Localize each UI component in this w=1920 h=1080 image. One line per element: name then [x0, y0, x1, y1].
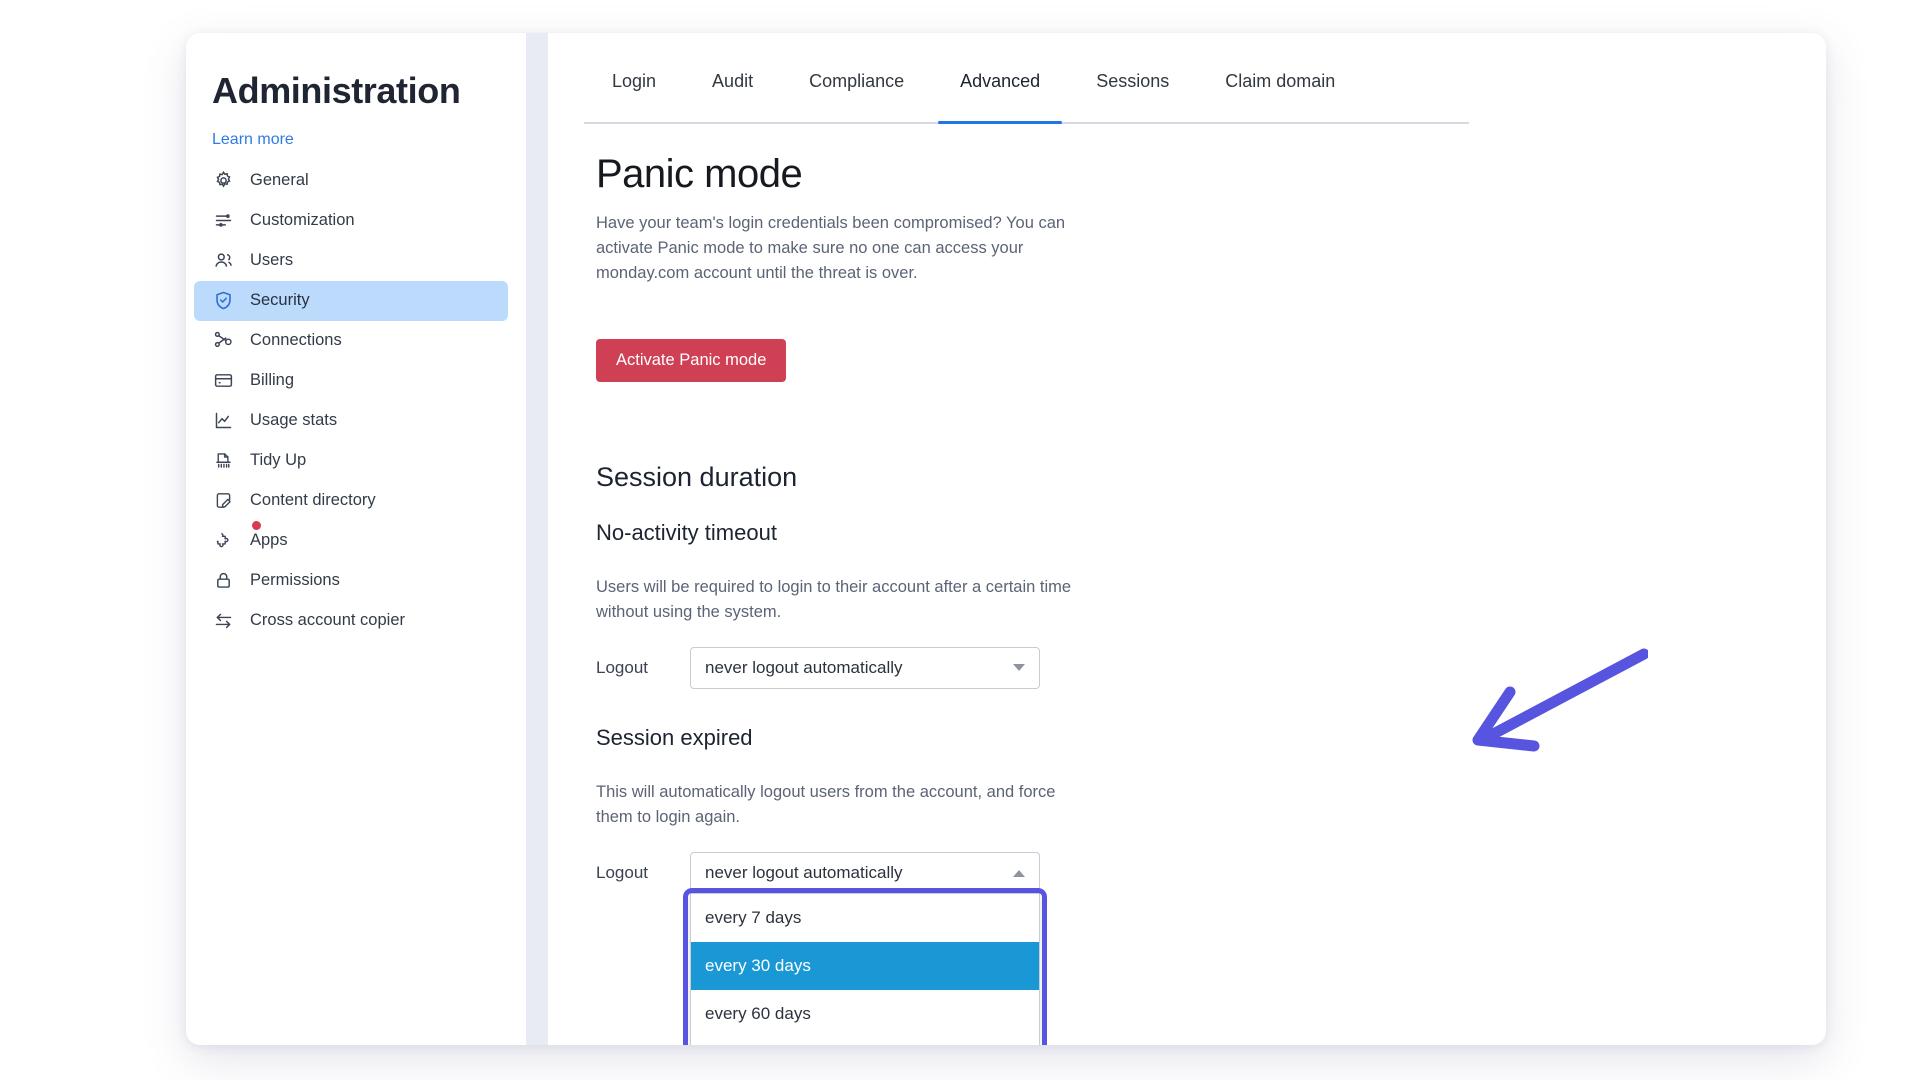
sidebar-item-label-wrap: Cross account copier	[250, 611, 405, 630]
screen-root: Administration Learn more General Customi…	[0, 0, 1920, 1080]
sidebar-item-label-wrap: Security	[250, 291, 310, 310]
sidebar-item-label: Security	[250, 291, 310, 310]
sidebar-item-label-wrap: Tidy Up	[250, 451, 306, 470]
no-activity-timeout-description: Users will be required to login to their…	[596, 577, 1072, 621]
sidebar-item-users[interactable]: Users	[194, 241, 508, 281]
sidebar-item-label-wrap: Permissions	[250, 571, 340, 590]
sidebar-item-label-wrap: Apps	[250, 521, 288, 550]
lock-icon	[212, 570, 234, 592]
tab-compliance[interactable]: Compliance	[781, 63, 932, 108]
puzzle-icon	[212, 530, 234, 552]
session-expired-heading: Session expired	[596, 724, 753, 750]
no-activity-logout-value: never logout automatically	[705, 657, 903, 677]
sidebar-item-general[interactable]: General	[194, 161, 508, 201]
tab-sessions[interactable]: Sessions	[1068, 63, 1197, 108]
sidebar-item-label: Content directory	[250, 491, 376, 510]
sidebar-item-label: Users	[250, 251, 294, 270]
sidebar-item-label: Permissions	[250, 571, 340, 590]
dropdown-option-every-30-days[interactable]: every 30 days	[691, 942, 1039, 990]
sidebar-item-label-wrap: Customization	[250, 211, 355, 230]
panel-divider	[526, 33, 548, 1045]
connections-icon	[212, 330, 234, 352]
sidebar-item-cross-account-copier[interactable]: Cross account copier	[194, 601, 508, 641]
dropdown-option-every-60-days[interactable]: every 60 days	[691, 990, 1039, 1038]
settings-content: Panic mode Have your team's login creden…	[548, 108, 1826, 1045]
notification-dot-icon	[252, 521, 261, 531]
tab-claim-domain[interactable]: Claim domain	[1197, 63, 1363, 108]
sliders-icon	[212, 210, 234, 232]
credit-card-icon	[212, 370, 234, 392]
sidebar-item-connections[interactable]: Connections	[194, 321, 508, 361]
panic-mode-description: Have your team's login credentials been …	[596, 214, 1066, 282]
chart-line-icon	[212, 410, 234, 432]
activate-panic-mode-button[interactable]: Activate Panic mode	[596, 338, 787, 382]
session-duration-heading: Session duration	[596, 461, 798, 492]
sidebar-item-content-directory[interactable]: Content directory	[194, 481, 508, 521]
sidebar-item-label-wrap: Users	[250, 251, 293, 270]
dropdown-option-every-7-days[interactable]: every 7 days	[691, 894, 1039, 942]
tab-active-underline	[938, 121, 1063, 124]
session-expired-field: Logout never logout automatically every …	[596, 852, 1826, 1045]
sidebar-item-label: Billing	[250, 371, 295, 390]
session-expired-dropdown-menu: every 7 daysevery 30 daysevery 60 daysev…	[690, 893, 1040, 1045]
tab-login[interactable]: Login	[584, 63, 684, 108]
session-expired-logout-value: never logout automatically	[705, 863, 903, 882]
sidebar-item-label: Cross account copier	[250, 611, 405, 630]
sidebar-item-label-wrap: Usage stats	[250, 411, 337, 430]
tab-bar: Login Audit Compliance Advanced Sessions Clai…	[548, 63, 1826, 124]
gear-icon	[212, 170, 234, 192]
sidebar-item-label: General	[250, 171, 309, 190]
no-activity-logout-select[interactable]: never logout automatically	[690, 646, 1040, 689]
sidebar-item-security[interactable]: Security	[194, 280, 508, 321]
sidebar-item-label: Apps	[250, 531, 288, 550]
page-title: Administration	[212, 70, 461, 111]
chevron-up-icon	[1013, 869, 1025, 877]
document-edit-icon	[212, 490, 234, 512]
sidebar-item-customization[interactable]: Customization	[194, 201, 508, 241]
admin-sidebar: Administration Learn more General Customi…	[186, 33, 526, 1045]
sidebar-item-label: Tidy Up	[250, 451, 307, 470]
sidebar-item-billing[interactable]: Billing	[194, 361, 508, 401]
sidebar-item-permissions[interactable]: Permissions	[194, 561, 508, 601]
sidebar-item-label-wrap: Content directory	[250, 491, 376, 510]
sidebar-item-tidy-up[interactable]: Tidy Up	[194, 441, 508, 481]
session-expired-logout-select[interactable]: never logout automatically	[690, 852, 1040, 894]
chevron-down-icon	[1013, 664, 1025, 672]
session-expired-logout-label: Logout	[596, 863, 648, 882]
sidebar-item-apps[interactable]: Apps	[194, 521, 508, 561]
shredder-icon	[212, 450, 234, 472]
no-activity-timeout-field: Logout never logout automatically	[596, 646, 1826, 689]
shield-check-icon	[212, 290, 234, 312]
session-expired-description: This will automatically logout users fro…	[596, 783, 1056, 826]
sidebar-item-label-wrap: General	[250, 171, 309, 190]
tab-advanced[interactable]: Advanced	[932, 63, 1068, 108]
sidebar-item-label: Usage stats	[250, 411, 338, 430]
arrows-exchange-icon	[212, 610, 234, 632]
tab-audit[interactable]: Audit	[684, 63, 781, 108]
users-icon	[212, 250, 234, 272]
panic-mode-heading: Panic mode	[596, 152, 803, 196]
session-expired-select-anchor: never logout automatically every 7 days e…	[683, 852, 1047, 1045]
app-window: Administration Learn more General Customi…	[186, 33, 1826, 1045]
no-activity-logout-label: Logout	[596, 657, 648, 677]
dropdown-option-every-90-days[interactable]: every 90 days	[691, 1038, 1039, 1045]
sidebar-item-label: Customization	[250, 211, 355, 230]
sidebar-item-label-wrap: Connections	[250, 331, 342, 350]
learn-more-link[interactable]: Learn more	[186, 131, 526, 149]
main-panel: Login Audit Compliance Advanced Sessions Clai…	[548, 33, 1826, 1045]
sidebar-item-label-wrap: Billing	[250, 371, 294, 390]
sidebar-nav: General Customization Users Security Connect…	[186, 161, 526, 641]
no-activity-timeout-heading: No-activity timeout	[596, 519, 777, 545]
sidebar-item-usage-stats[interactable]: Usage stats	[194, 401, 508, 441]
sidebar-item-label: Connections	[250, 331, 342, 350]
